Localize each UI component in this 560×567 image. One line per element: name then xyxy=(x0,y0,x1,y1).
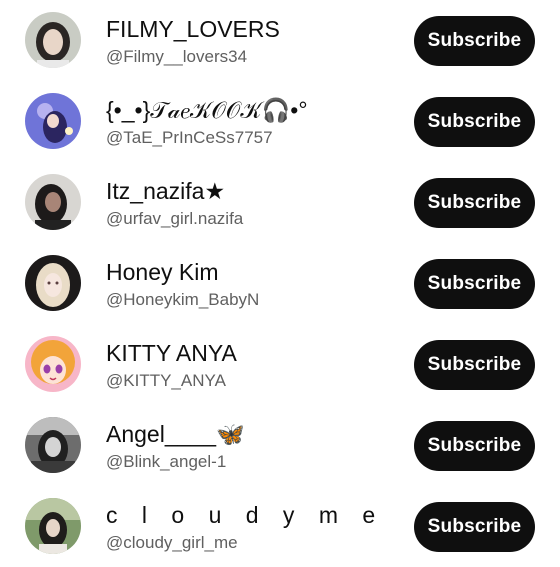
profile-photo-icon xyxy=(25,336,81,392)
avatar[interactable] xyxy=(25,93,81,149)
channel-row[interactable]: FILMY_LOVERS @Filmy__lovers34 Subscribe xyxy=(0,0,560,81)
channel-name[interactable]: KITTY ANYA xyxy=(106,339,237,367)
channel-row[interactable]: c l o u d y m e @cloudy_girl_me Subscrib… xyxy=(0,486,560,567)
subscribe-button[interactable]: Subscribe xyxy=(414,16,535,66)
profile-photo-icon xyxy=(25,255,81,311)
subscribe-button[interactable]: Subscribe xyxy=(414,421,535,471)
profile-photo-icon xyxy=(25,93,81,149)
avatar[interactable] xyxy=(25,12,81,68)
profile-photo-icon xyxy=(25,174,81,230)
channel-name[interactable]: Angel____🦋 xyxy=(106,420,245,448)
channel-row[interactable]: Honey Kim @Honeykim_BabyN Subscribe xyxy=(0,243,560,324)
channel-handle: @TaE_PrInCeSs7757 xyxy=(106,128,273,147)
channel-handle: @Filmy__lovers34 xyxy=(106,47,248,66)
subscribe-button[interactable]: Subscribe xyxy=(414,502,535,552)
subscribe-button[interactable]: Subscribe xyxy=(414,340,535,390)
channel-row[interactable]: {•_•}𝒯𝒶𝑒𝒦𝒪𝒪𝒦🎧•° @TaE_PrInCeSs7757 Subscr… xyxy=(0,81,560,162)
avatar[interactable] xyxy=(25,498,81,554)
channel-handle: @Blink_angel-1 xyxy=(106,452,227,471)
channel-name[interactable]: c l o u d y m e xyxy=(106,501,384,529)
channel-handle: @KITTY_ANYA xyxy=(106,371,226,390)
channel-row[interactable]: Itz_nazifa★ @urfav_girl.nazifa Subscribe xyxy=(0,162,560,243)
channel-name[interactable]: FILMY_LOVERS xyxy=(106,15,280,43)
subscribe-button[interactable]: Subscribe xyxy=(414,97,535,147)
channel-name[interactable]: Itz_nazifa★ xyxy=(106,177,225,205)
channel-handle: @cloudy_girl_me xyxy=(106,533,238,552)
subscribe-button[interactable]: Subscribe xyxy=(414,178,535,228)
avatar[interactable] xyxy=(25,336,81,392)
channel-row[interactable]: KITTY ANYA @KITTY_ANYA Subscribe xyxy=(0,324,560,405)
channel-name[interactable]: Honey Kim xyxy=(106,258,218,286)
channel-row[interactable]: Angel____🦋 @Blink_angel-1 Subscribe xyxy=(0,405,560,486)
channel-list: FILMY_LOVERS @Filmy__lovers34 Subscribe … xyxy=(0,0,560,560)
avatar[interactable] xyxy=(25,255,81,311)
channel-handle: @Honeykim_BabyN xyxy=(106,290,260,309)
profile-photo-icon xyxy=(25,498,81,554)
channel-handle: @urfav_girl.nazifa xyxy=(106,209,244,228)
subscribe-button[interactable]: Subscribe xyxy=(414,259,535,309)
profile-photo-icon xyxy=(25,12,81,68)
profile-photo-icon xyxy=(25,417,81,473)
avatar[interactable] xyxy=(25,174,81,230)
channel-name[interactable]: {•_•}𝒯𝒶𝑒𝒦𝒪𝒪𝒦🎧•° xyxy=(106,96,308,124)
avatar[interactable] xyxy=(25,417,81,473)
